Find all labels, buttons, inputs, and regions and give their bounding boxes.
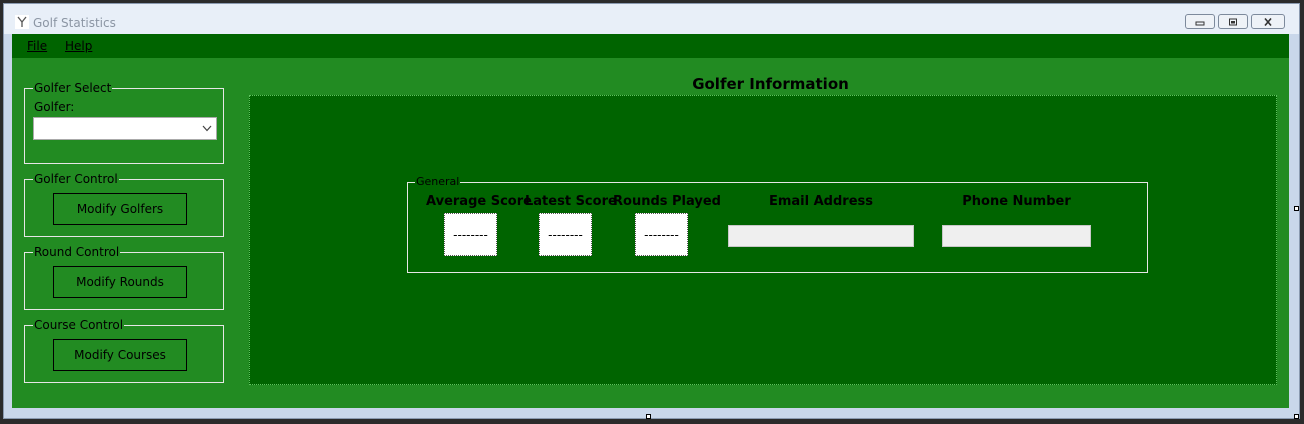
average-score-value: -------- bbox=[444, 213, 497, 256]
golfer-control-legend: Golfer Control bbox=[33, 172, 119, 186]
maximize-button[interactable] bbox=[1218, 14, 1248, 29]
menu-bar: File Help bbox=[12, 34, 1289, 58]
menu-help[interactable]: Help bbox=[65, 39, 92, 53]
modify-golfers-button[interactable]: Modify Golfers bbox=[53, 193, 187, 225]
window-title: Golf Statistics bbox=[33, 16, 116, 30]
modify-rounds-button[interactable]: Modify Rounds bbox=[53, 266, 187, 298]
minimize-button[interactable] bbox=[1185, 14, 1215, 29]
golfer-information-title: Golfer Information bbox=[692, 75, 849, 93]
golf-app-icon bbox=[15, 15, 29, 29]
close-button[interactable] bbox=[1251, 14, 1285, 29]
close-icon bbox=[1264, 17, 1272, 26]
client-area: Golfer Select Golfer: Golfer Control Mod… bbox=[12, 58, 1289, 408]
rounds-played-value: -------- bbox=[635, 213, 688, 256]
resize-handle-bottom[interactable] bbox=[646, 414, 651, 419]
course-control-group: Course Control Modify Courses bbox=[24, 318, 224, 383]
resize-handle-right[interactable] bbox=[1294, 206, 1299, 211]
golfer-dropdown[interactable] bbox=[33, 117, 217, 140]
title-bar[interactable]: Golf Statistics bbox=[4, 4, 1299, 34]
app-window: Golf Statistics File Help Golfer Select … bbox=[3, 3, 1300, 419]
golfer-control-group: Golfer Control Modify Golfers bbox=[24, 172, 224, 237]
general-group: General Average Score -------- Latest Sc… bbox=[407, 175, 1148, 273]
general-legend: General bbox=[415, 175, 461, 189]
minimize-icon bbox=[1195, 21, 1205, 25]
latest-score-value: -------- bbox=[539, 213, 592, 256]
rounds-played-label: Rounds Played bbox=[613, 194, 721, 209]
golfer-select-group: Golfer Select Golfer: bbox=[24, 81, 224, 164]
phone-number-field[interactable] bbox=[942, 225, 1091, 247]
golfer-information-panel: General Average Score -------- Latest Sc… bbox=[249, 95, 1277, 385]
average-score-label: Average Score bbox=[426, 194, 532, 209]
phone-number-label: Phone Number bbox=[962, 194, 1071, 209]
email-address-field[interactable] bbox=[728, 225, 914, 247]
course-control-legend: Course Control bbox=[33, 318, 125, 332]
modify-courses-button[interactable]: Modify Courses bbox=[53, 339, 187, 371]
latest-score-label: Latest Score bbox=[525, 194, 617, 209]
email-address-label: Email Address bbox=[768, 194, 873, 209]
chevron-down-icon bbox=[202, 125, 212, 132]
resize-handle-corner[interactable] bbox=[1294, 414, 1299, 419]
maximize-icon bbox=[1229, 18, 1237, 25]
round-control-group: Round Control Modify Rounds bbox=[24, 245, 224, 310]
golfer-label: Golfer: bbox=[34, 100, 75, 114]
menu-file[interactable]: File bbox=[27, 39, 47, 53]
round-control-legend: Round Control bbox=[33, 245, 121, 259]
